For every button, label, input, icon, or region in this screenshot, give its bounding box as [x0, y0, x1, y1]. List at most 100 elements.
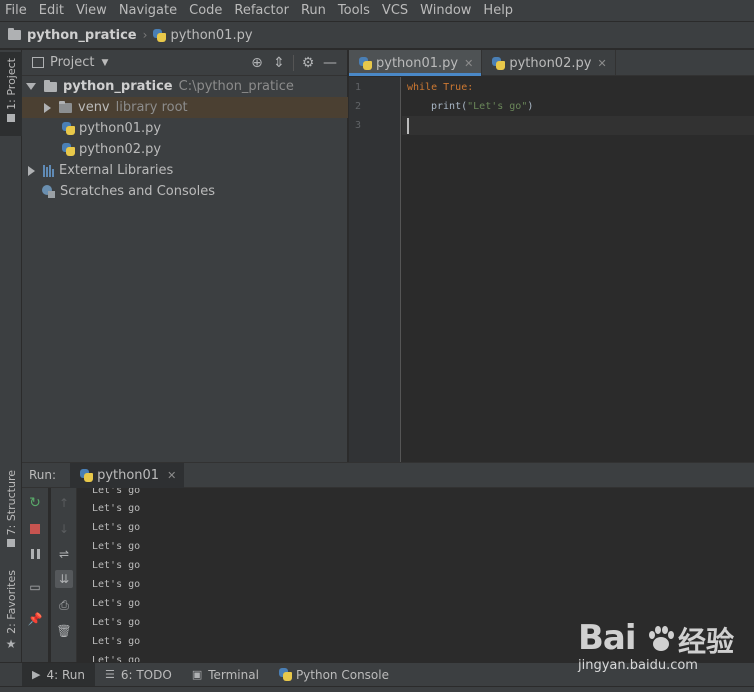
pin-icon[interactable]: 📌 [26, 610, 44, 628]
run-tab-python01[interactable]: python01 ✕ [70, 462, 185, 488]
menu-help[interactable]: Help [477, 0, 519, 22]
menu-navigate[interactable]: Navigate [113, 0, 183, 22]
breadcrumb-file[interactable]: python01.py [170, 28, 252, 43]
editor-tab-label: python01.py [376, 55, 459, 71]
trash-icon[interactable]: 🗑 [55, 622, 73, 640]
tree-file-name: python01.py [79, 121, 162, 136]
arrow-up-icon[interactable]: ↑ [55, 494, 73, 512]
tree-item-scratches[interactable]: Scratches and Consoles [22, 181, 348, 202]
editor-tab-label: python02.py [509, 55, 592, 71]
editor-tab-python01[interactable]: python01.py ✕ [349, 50, 483, 76]
soft-wrap-icon[interactable]: ⇌ [55, 545, 73, 563]
bottom-tab-todo[interactable]: ☰ 6: TODO [95, 663, 182, 687]
code-string: "Let's go" [467, 101, 528, 112]
line-number: 3 [355, 120, 362, 131]
close-icon[interactable]: ✕ [167, 469, 176, 482]
folder-icon [59, 100, 72, 113]
arrow-down-icon[interactable]: ↓ [55, 520, 73, 538]
print-icon[interactable]: ⎙ [55, 596, 73, 614]
library-icon [43, 164, 54, 177]
line-number-gutter: 1 2 3 [349, 77, 401, 462]
expand-arrow-icon[interactable] [26, 83, 36, 90]
tool-tab-project[interactable]: 1: Project [0, 52, 22, 136]
tree-scratches-label: Scratches and Consoles [60, 184, 216, 199]
layout-icon[interactable]: ▭ [26, 578, 44, 596]
run-toolbar-primary: ↻ ▭ 📌 [22, 488, 48, 663]
left-tool-stripe: 1: Project 7: Structure 2: Favorites ★ [0, 50, 22, 662]
close-icon[interactable]: ✕ [464, 57, 473, 70]
project-view-selector[interactable]: Project [50, 55, 94, 70]
tool-tab-favorites[interactable]: 2: Favorites ★ [0, 570, 22, 660]
todo-list-icon: ☰ [104, 668, 115, 681]
tree-venv-name: venv [78, 100, 110, 115]
bottom-tab-run[interactable]: ▶ 4: Run [22, 662, 95, 687]
code-line-2: print("Let's go") [402, 97, 754, 116]
locate-icon[interactable]: ⊕ [246, 55, 268, 71]
python-file-icon [62, 122, 75, 135]
menu-tools[interactable]: Tools [332, 0, 376, 22]
console-line: Let's go [92, 636, 141, 647]
gear-icon[interactable]: ⚙ [297, 55, 319, 71]
toolbar-divider [293, 55, 294, 71]
tree-item-python02[interactable]: python02.py [22, 139, 348, 160]
menu-refactor[interactable]: Refactor [228, 0, 295, 22]
tree-item-external-libraries[interactable]: External Libraries [22, 160, 348, 181]
chevron-down-icon[interactable]: ▼ [101, 58, 108, 68]
run-toolbar-secondary: ↑ ↓ ⇌ ⇊ ⎙ 🗑 [51, 488, 77, 663]
breadcrumb-project[interactable]: python_pratice [27, 28, 137, 43]
close-icon[interactable]: ✕ [597, 57, 606, 70]
collapse-arrow-icon[interactable] [44, 102, 51, 113]
editor-tab-python02[interactable]: python02.py ✕ [482, 50, 616, 76]
baidu-jingyan-watermark: Bai 经验 jingyan.baidu.com [578, 618, 738, 674]
rerun-icon[interactable]: ↻ [26, 494, 44, 512]
tree-item-venv[interactable]: venv library root [22, 97, 348, 118]
tree-root-name: python_pratice [63, 79, 173, 94]
folder-icon [44, 79, 57, 92]
stop-icon[interactable] [26, 520, 44, 538]
console-line: Let's go [92, 598, 141, 609]
tree-file-name: python02.py [79, 142, 162, 157]
scroll-to-end-icon[interactable]: ⇊ [55, 570, 73, 588]
bottom-tab-python-console[interactable]: Python Console [269, 663, 399, 687]
menu-vcs[interactable]: VCS [376, 0, 414, 22]
status-bar [0, 686, 754, 692]
menu-code[interactable]: Code [183, 0, 228, 22]
structure-icon [7, 539, 15, 548]
pause-icon[interactable] [26, 545, 44, 563]
menu-view[interactable]: View [70, 0, 113, 22]
python-console-icon [278, 668, 292, 681]
scratches-icon [42, 185, 55, 198]
tool-tab-favorites-label: 2: Favorites [4, 570, 18, 634]
paw-icon [649, 626, 674, 651]
tree-venv-hint: library root [115, 100, 188, 115]
navigation-bar: python_pratice › python01.py [0, 22, 754, 49]
menu-window[interactable]: Window [414, 0, 477, 22]
collapse-all-icon[interactable]: ⇕ [268, 55, 290, 71]
menu-run[interactable]: Run [295, 0, 332, 22]
collapse-arrow-icon[interactable] [28, 165, 35, 176]
minimize-icon[interactable]: — [319, 55, 341, 71]
menu-edit[interactable]: Edit [33, 0, 70, 22]
code-punct: : [467, 82, 474, 93]
bottom-tab-terminal[interactable]: ▣ Terminal [182, 663, 269, 687]
console-line: Let's go [92, 617, 141, 628]
bottom-tab-terminal-label: Terminal [208, 667, 259, 682]
project-panel-header: Project ▼ ⊕ ⇕ ⚙ — [22, 50, 347, 76]
menu-file[interactable]: File [0, 0, 33, 22]
tool-tab-structure[interactable]: 7: Structure [0, 470, 22, 552]
code-constant: True [443, 82, 468, 93]
tree-item-project-root[interactable]: python_pratice C:\python_pratice [22, 76, 348, 97]
code-punct: ) [527, 101, 534, 112]
console-line: Let's go [92, 579, 141, 590]
project-view-icon [32, 57, 44, 68]
console-line: Let's go [92, 560, 141, 571]
project-icon [7, 113, 15, 122]
bottom-tab-console-label: Python Console [295, 667, 389, 682]
run-tab-label: python01 [97, 467, 160, 483]
code-function: print [431, 101, 462, 112]
run-panel-label: Run: [29, 468, 57, 482]
project-header-tools: ⊕ ⇕ ⚙ — [246, 50, 341, 76]
python-file-icon [359, 56, 372, 70]
tree-item-python01[interactable]: python01.py [22, 118, 348, 139]
code-text-area[interactable]: while True: print("Let's go") [402, 77, 754, 462]
